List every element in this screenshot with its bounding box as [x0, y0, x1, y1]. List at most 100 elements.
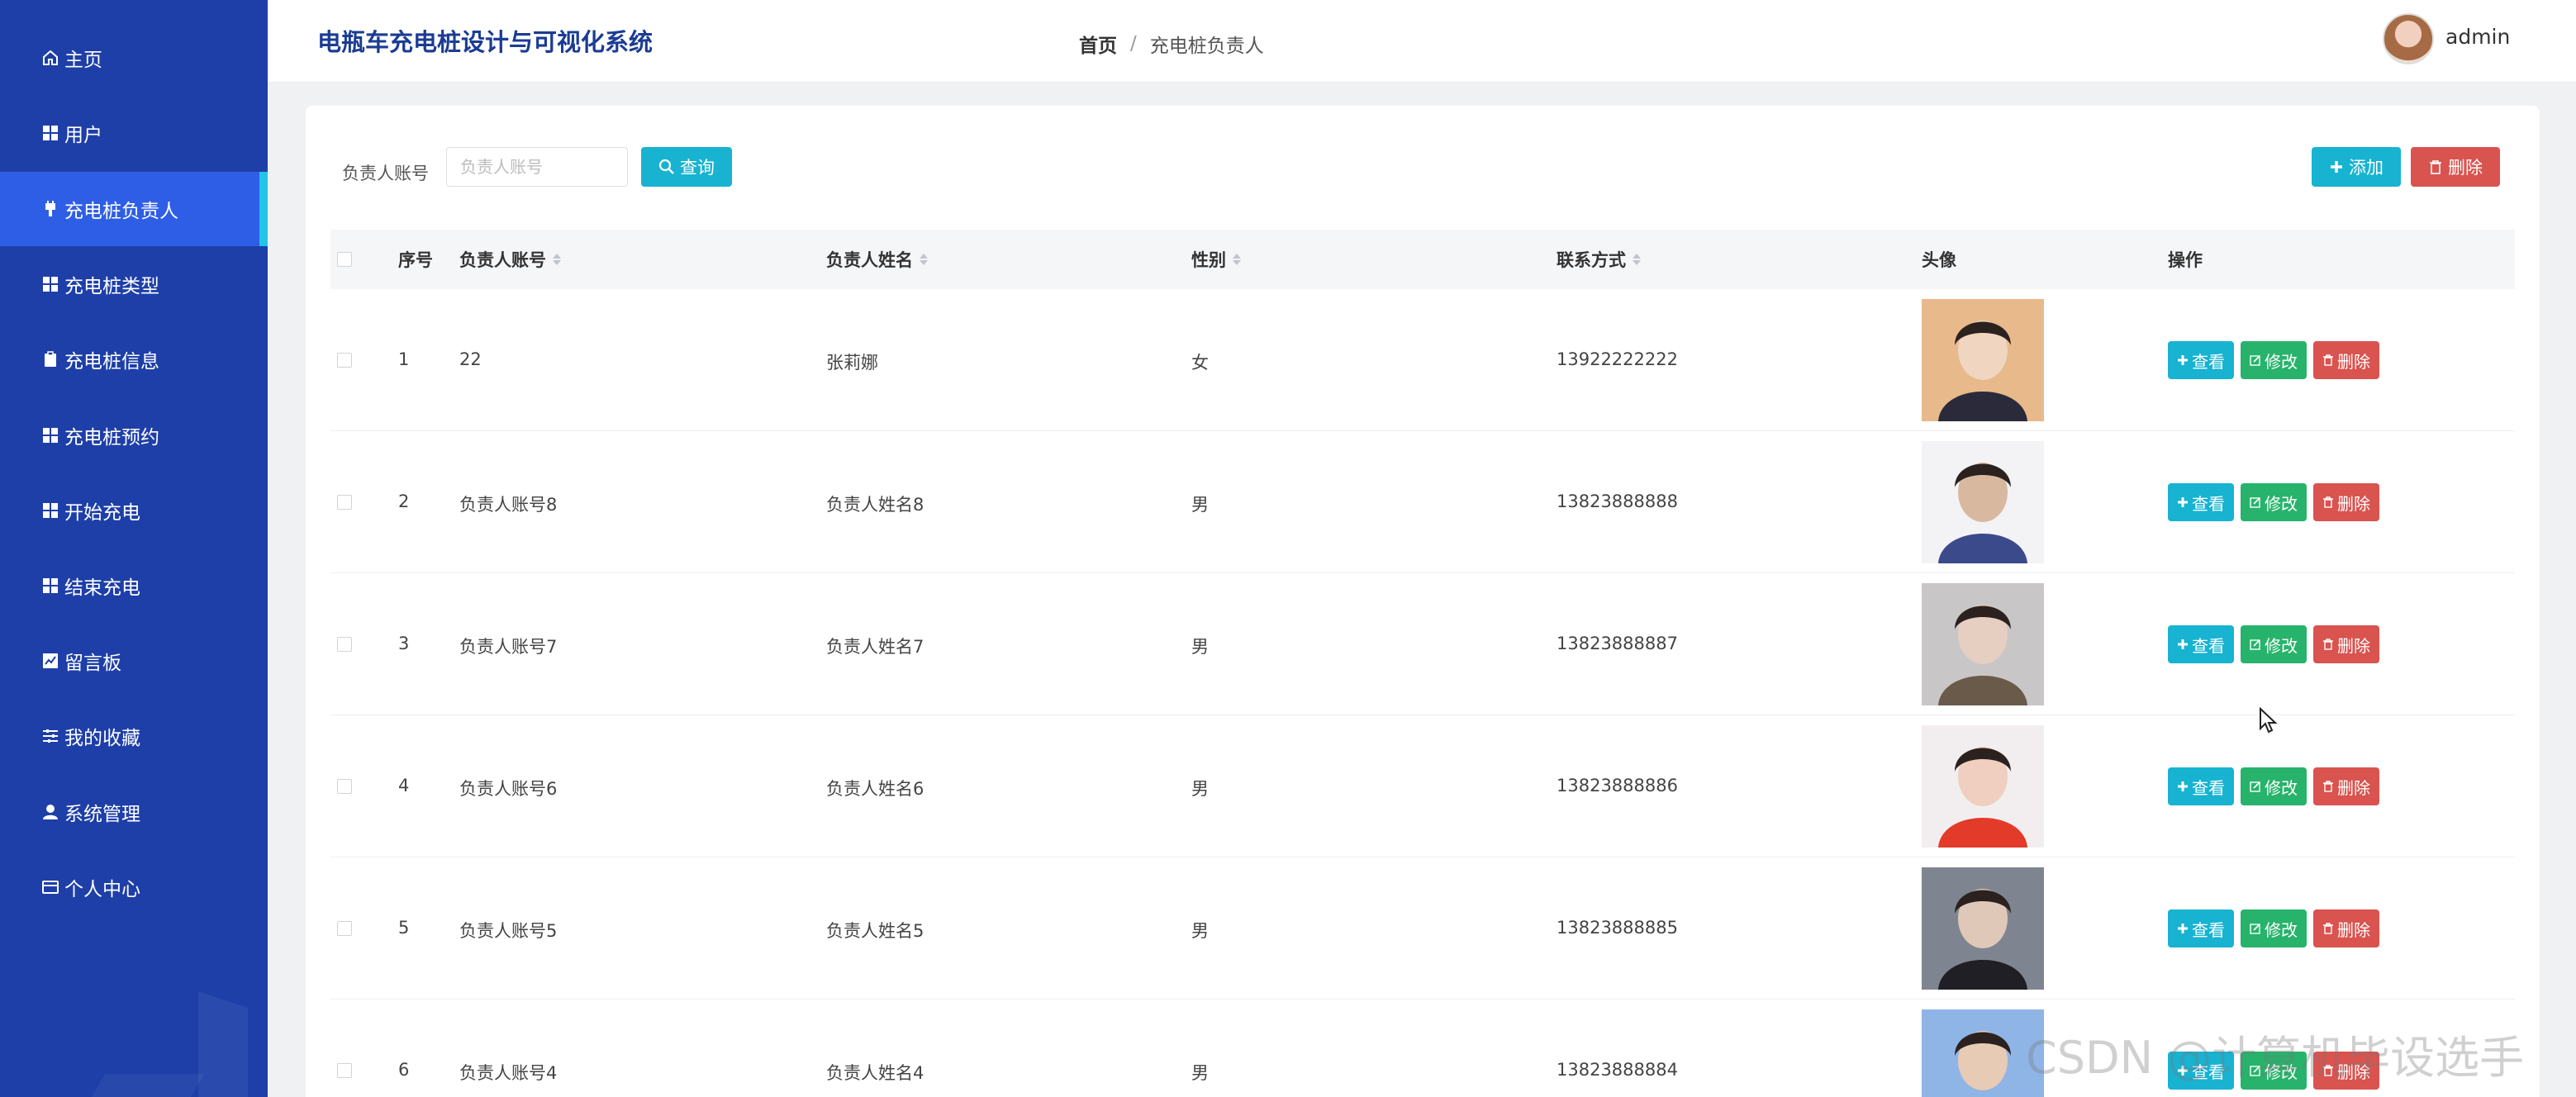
trash-icon	[2428, 159, 2443, 174]
sidebar-item-charger-booking[interactable]: 充电桩预约	[0, 398, 268, 473]
sidebar-item-label: 充电桩信息	[64, 351, 159, 373]
sidebar-item-label: 留言板	[64, 653, 121, 674]
cell-gender: 男	[1191, 637, 1209, 657]
sidebar-decoration	[76, 1074, 205, 1097]
sidebar-item-message-board[interactable]: 留言板	[0, 624, 268, 698]
plus-icon	[2329, 159, 2344, 174]
avatar-photo[interactable]	[1922, 441, 2044, 563]
table-row: 3 负责人账号7 负责人姓名7 男 13823888887 查看 修改 删除	[330, 573, 2515, 715]
cell-index: 6	[398, 1060, 410, 1080]
view-button[interactable]: 查看	[2168, 483, 2234, 521]
sidebar-item-profile[interactable]: 个人中心	[0, 850, 268, 924]
cell-account: 22	[459, 349, 482, 369]
cell-gender: 男	[1191, 495, 1209, 515]
row-checkbox[interactable]	[337, 779, 352, 794]
cell-phone: 13922222222	[1557, 349, 1678, 369]
avatar-photo[interactable]	[1922, 725, 2044, 848]
query-button[interactable]: 查询	[641, 147, 732, 187]
row-checkbox[interactable]	[337, 1063, 352, 1078]
avatar-photo[interactable]	[1922, 583, 2044, 705]
column-header-gender[interactable]: 性别	[1191, 247, 1241, 272]
search-input[interactable]	[446, 147, 628, 187]
delete-button[interactable]: 删除	[2313, 767, 2379, 805]
row-checkbox[interactable]	[337, 921, 352, 936]
cell-name: 负责人姓名7	[826, 637, 924, 657]
avatar-photo[interactable]	[1922, 867, 2044, 990]
sidebar-item-end-charging[interactable]: 结束充电	[0, 548, 268, 623]
column-header-phone[interactable]: 联系方式	[1557, 247, 1641, 272]
row-checkbox[interactable]	[337, 353, 352, 368]
bulk-delete-button[interactable]: 删除	[2411, 147, 2500, 187]
sidebar-item-charger-type[interactable]: 充电桩类型	[0, 247, 268, 321]
sort-icon	[920, 254, 928, 265]
cell-name: 张莉娜	[826, 353, 878, 373]
table-row: 4 负责人账号6 负责人姓名6 男 13823888886 查看 修改 删除	[330, 715, 2515, 857]
cell-index: 4	[398, 776, 410, 795]
sidebar-item-label: 开始充电	[64, 502, 140, 524]
delete-button[interactable]: 删除	[2313, 341, 2379, 379]
table-body: 1 22 张莉娜 女 13922222222 查看 修改 删除 2 负责人账号8	[330, 289, 2515, 1097]
cell-phone: 13823888886	[1557, 776, 1678, 795]
sidebar: 主页 用户 充电桩负责人 充电桩类型 充电桩信息 充电桩预约 开始充电 结束充电…	[0, 0, 268, 1097]
add-button[interactable]: 添加	[2312, 147, 2401, 187]
mouse-cursor	[2259, 706, 2280, 738]
cell-index: 5	[398, 918, 410, 938]
sidebar-item-start-charging[interactable]: 开始充电	[0, 473, 268, 548]
view-button[interactable]: 查看	[2168, 767, 2234, 805]
view-button[interactable]: 查看	[2168, 341, 2234, 379]
sliders-icon	[41, 727, 59, 745]
sidebar-item-home[interactable]: 主页	[0, 21, 268, 95]
delete-button[interactable]: 删除	[2313, 483, 2379, 521]
table-row: 5 负责人账号5 负责人姓名5 男 13823888885 查看 修改 删除	[330, 857, 2515, 1000]
avatar-photo[interactable]	[1922, 299, 2044, 421]
edit-icon	[2250, 354, 2261, 366]
cell-name: 负责人姓名5	[826, 921, 924, 941]
avatar[interactable]	[2383, 13, 2434, 64]
grid-icon	[41, 577, 59, 595]
view-button[interactable]: 查看	[2168, 625, 2234, 663]
sort-icon	[553, 254, 561, 265]
search-label: 负责人账号	[342, 164, 429, 183]
sidebar-item-label: 我的收藏	[64, 728, 140, 749]
sidebar-item-charger-info[interactable]: 充电桩信息	[0, 322, 268, 397]
view-button[interactable]: 查看	[2168, 909, 2234, 947]
home-icon	[41, 49, 59, 67]
watermark: CSDN @计算机毕设选手	[2026, 1032, 2525, 1084]
select-all-checkbox[interactable]	[337, 252, 352, 267]
edit-button[interactable]: 修改	[2241, 767, 2307, 805]
cell-phone: 13823888885	[1557, 918, 1678, 938]
breadcrumb-separator: /	[1130, 33, 1137, 55]
row-checkbox[interactable]	[337, 495, 352, 510]
username[interactable]: admin	[2445, 25, 2510, 49]
delete-button[interactable]: 删除	[2313, 625, 2379, 663]
breadcrumb: 首页 / 充电桩负责人	[1079, 30, 1264, 58]
row-checkbox[interactable]	[337, 637, 352, 652]
sidebar-item-label: 用户	[64, 125, 102, 146]
cell-index: 2	[398, 492, 410, 511]
sidebar-item-charger-manager[interactable]: 充电桩负责人	[0, 172, 268, 246]
sidebar-item-label: 充电桩预约	[64, 427, 159, 449]
cell-account: 负责人账号5	[459, 921, 558, 941]
column-header-actions: 操作	[2168, 250, 2203, 270]
main-card: 负责人账号 查询 添加 删除 序号 负责人账号 负责人姓名 性别 联系方式 头像…	[306, 106, 2540, 1097]
grid-icon	[41, 501, 59, 520]
sidebar-item-label: 结束充电	[64, 577, 140, 599]
edit-button[interactable]: 修改	[2241, 483, 2307, 521]
column-header-account[interactable]: 负责人账号	[459, 247, 561, 272]
edit-button[interactable]: 修改	[2241, 341, 2307, 379]
cell-name: 负责人姓名4	[826, 1063, 924, 1083]
sidebar-item-favorites[interactable]: 我的收藏	[0, 699, 268, 773]
query-button-label: 查询	[680, 159, 715, 178]
edit-button[interactable]: 修改	[2241, 909, 2307, 947]
edit-button[interactable]: 修改	[2241, 625, 2307, 663]
delete-button[interactable]: 删除	[2313, 909, 2379, 947]
sidebar-item-system-admin[interactable]: 系统管理	[0, 775, 268, 849]
breadcrumb-home[interactable]: 首页	[1079, 30, 1117, 58]
column-header-name[interactable]: 负责人姓名	[826, 247, 928, 272]
sidebar-item-users[interactable]: 用户	[0, 96, 268, 170]
cell-account: 负责人账号6	[459, 779, 558, 799]
trash-icon	[2322, 354, 2334, 366]
sidebar-item-label: 主页	[64, 50, 102, 71]
plus-icon	[2177, 923, 2189, 934]
cell-account: 负责人账号4	[459, 1063, 558, 1083]
